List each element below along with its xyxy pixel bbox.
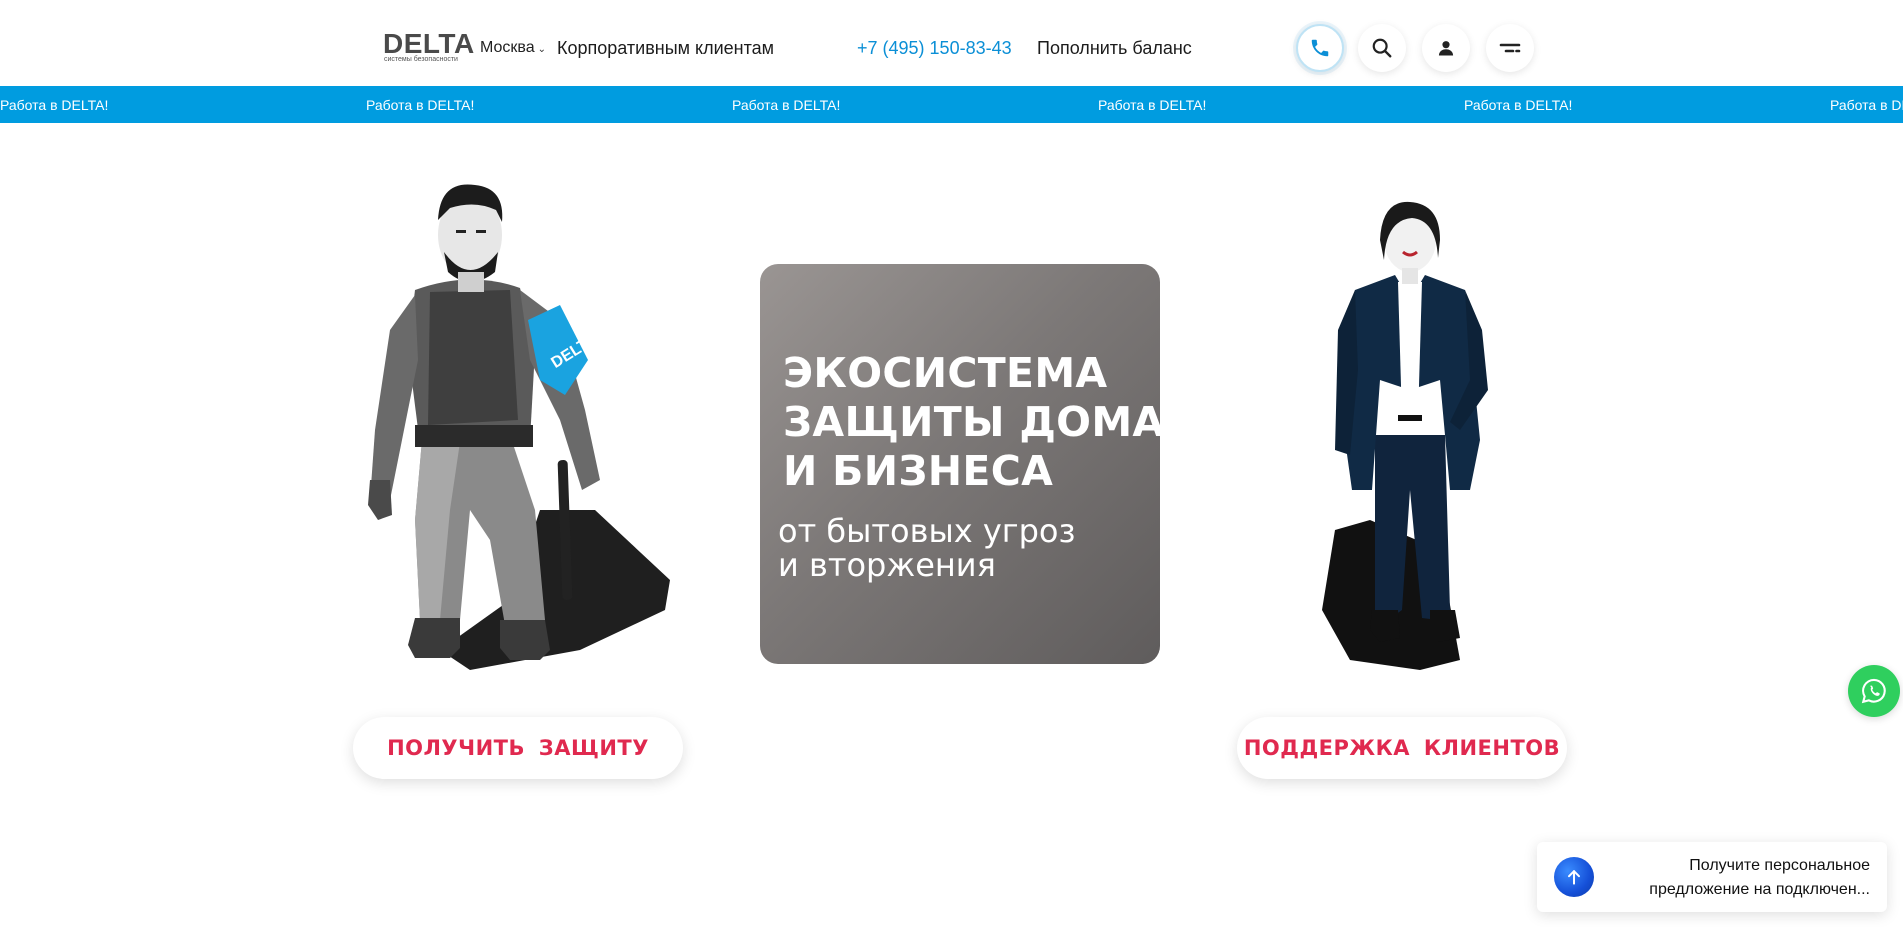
logo-tagline: системы безопасности xyxy=(384,56,458,63)
offer-popup-badge xyxy=(1554,857,1594,897)
top-up-balance-link[interactable]: Пополнить баланс xyxy=(1037,37,1192,59)
hero-title-line: И БИЗНЕСА xyxy=(783,447,1054,495)
whatsapp-icon xyxy=(1861,678,1886,704)
user-icon xyxy=(1438,41,1454,56)
arrow-up-right-icon xyxy=(1568,870,1580,885)
ticker-item[interactable]: Работа в DELTA! xyxy=(0,97,108,113)
account-button[interactable] xyxy=(1422,24,1470,72)
hero-subtitle-line: от бытовых угроз xyxy=(778,512,1076,550)
search-button[interactable] xyxy=(1358,24,1406,72)
hero-title-line: ЗАЩИТЫ ДОМА xyxy=(783,398,1160,446)
city-label: Москва xyxy=(480,39,535,56)
menu-icon xyxy=(1499,43,1521,53)
hero-subtitle-line: и вторжения xyxy=(778,546,996,584)
hero-title: ЭКОСИСТЕМА ЗАЩИТЫ ДОМА И БИЗНЕСА xyxy=(783,349,1160,496)
ticker-item[interactable]: Работа в DELTA! xyxy=(1098,97,1206,113)
phone-number-link[interactable]: +7 (495) 150-83-43 xyxy=(857,37,1012,59)
offer-popup-text: Получите персональное предложение на под… xyxy=(1649,857,1870,898)
hero-card: ЭКОСИСТЕМА ЗАЩИТЫ ДОМА И БИЗНЕСА от быто… xyxy=(760,264,1160,664)
ticker-item[interactable]: Работа в DELTA! xyxy=(732,97,840,113)
ticker-item[interactable]: Работа в DELTA! xyxy=(366,97,474,113)
customer-support-button[interactable]: ПОДДЕРЖКА КЛИЕНТОВ xyxy=(1237,717,1567,779)
phone-icon xyxy=(1311,39,1329,57)
get-protection-button[interactable]: ПОЛУЧИТЬ ЗАЩИТУ xyxy=(353,717,683,779)
careers-ticker: Работа в DELTA! Работа в DELTA! Работа в… xyxy=(0,86,1903,123)
menu-button[interactable] xyxy=(1486,24,1534,72)
delta-logo[interactable]: DELTA системы безопасности xyxy=(383,30,474,64)
offer-popup[interactable]: Получите персональное предложение на под… xyxy=(1537,842,1887,912)
site-header: DELTA системы безопасности Москва ⌄ Корпо… xyxy=(0,0,1903,86)
ticker-item[interactable]: Работа в DELTA! xyxy=(1830,97,1903,113)
corporate-clients-link[interactable]: Корпоративным клиентам xyxy=(557,37,774,59)
ticker-item[interactable]: Работа в DELTA! xyxy=(1464,97,1572,113)
hero-title-line: ЭКОСИСТЕМА xyxy=(783,349,1108,397)
hero-subtitle: от бытовых угроз и вторжения xyxy=(778,514,1148,582)
logo-wordmark: DELTA xyxy=(383,28,475,59)
whatsapp-button[interactable] xyxy=(1848,665,1900,717)
businesswoman-illustration xyxy=(1322,201,1488,670)
search-icon xyxy=(1372,38,1392,58)
call-button[interactable] xyxy=(1296,24,1344,72)
security-guard-illustration: DELTA xyxy=(368,184,670,670)
city-selector[interactable]: Москва ⌄ xyxy=(480,38,546,60)
chevron-down-icon: ⌄ xyxy=(537,44,547,55)
